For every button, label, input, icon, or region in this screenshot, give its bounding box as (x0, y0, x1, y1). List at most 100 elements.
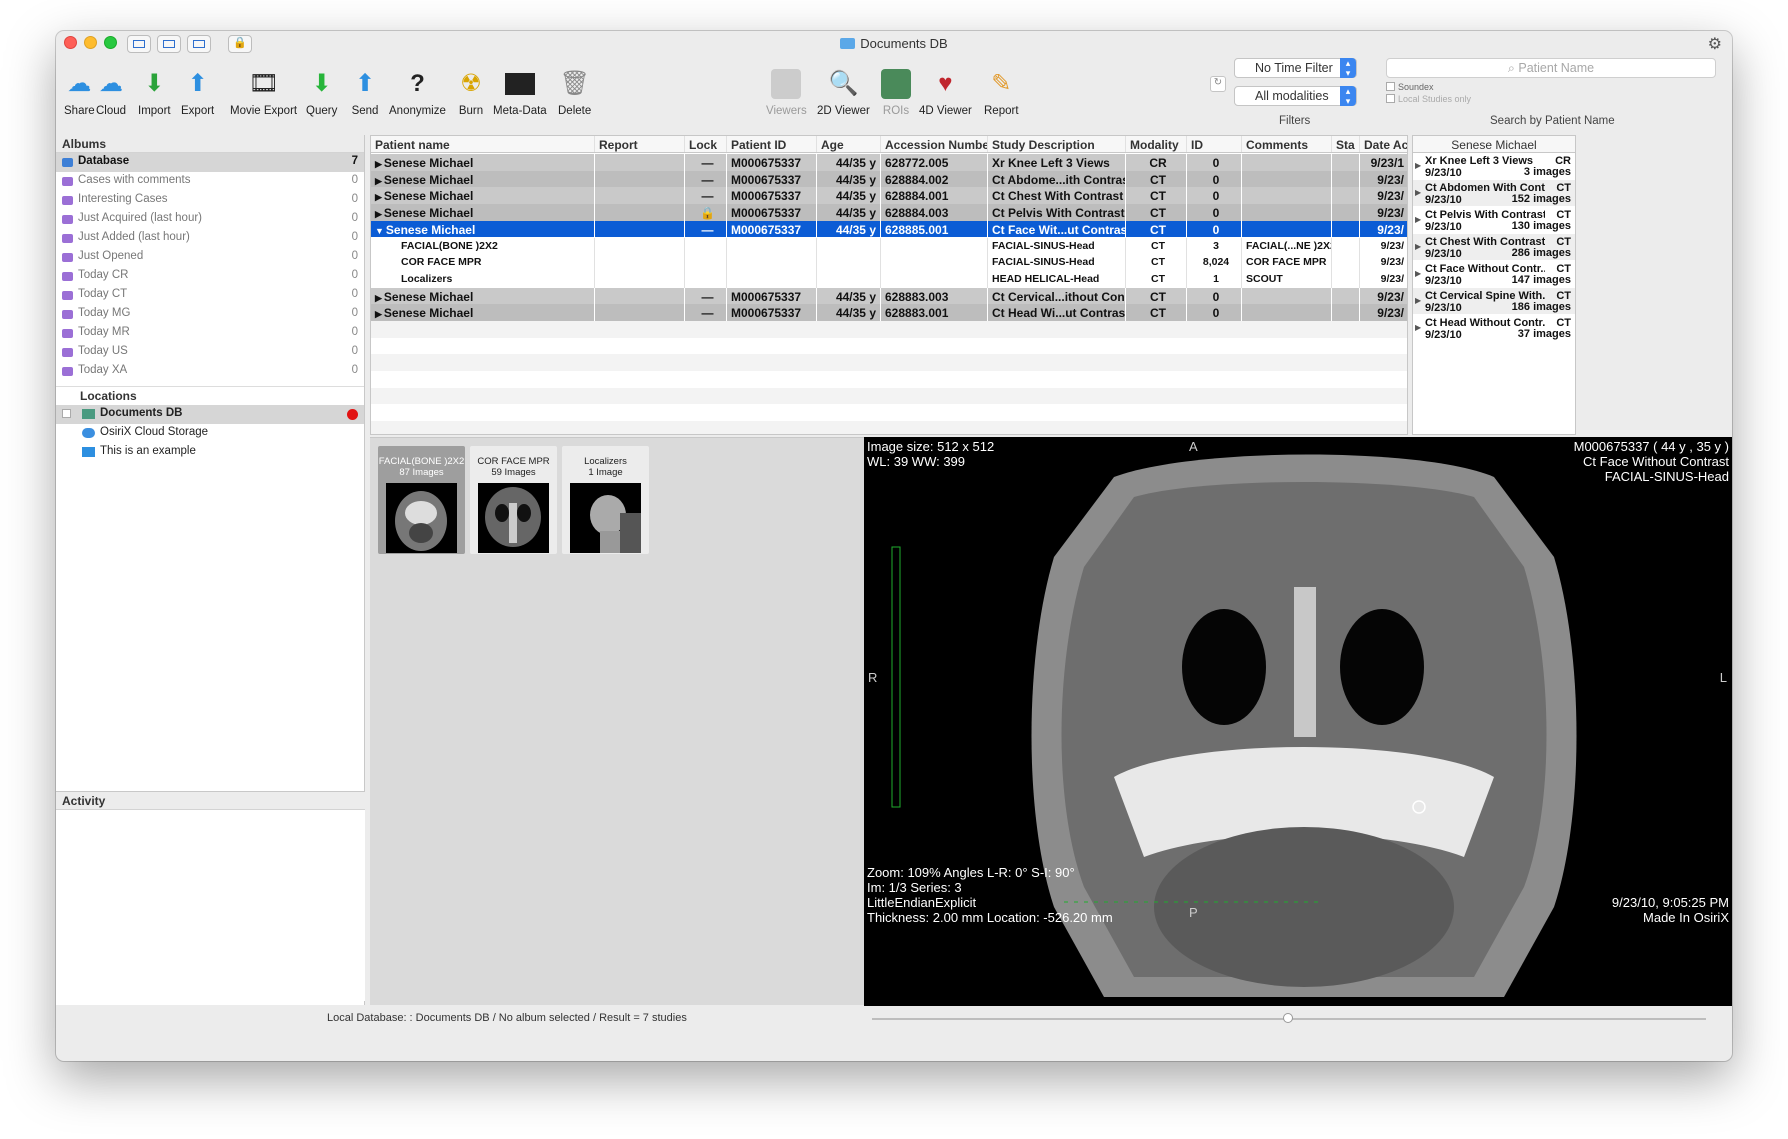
cell-pid: M000675337 (727, 170, 817, 188)
anonymize-button[interactable]: ? Anonymize (389, 69, 446, 117)
column-header[interactable]: Age (817, 136, 881, 152)
table-row[interactable]: ▶ Senese Michael — M000675337 44/35 y 628883.… (371, 304, 1407, 321)
album-item[interactable]: Interesting Cases 0 (56, 191, 364, 210)
delete-button[interactable]: 🗑 Delete (558, 69, 591, 117)
gear-icon[interactable]: ⚙ (1708, 34, 1722, 54)
cell-name: ▶ Senese Michael (371, 154, 595, 171)
album-item[interactable]: Today MG 0 (56, 305, 364, 324)
thumb-localizers[interactable]: Localizers 1 Image (562, 446, 649, 554)
refresh-icon[interactable]: ↻ (1210, 76, 1226, 92)
cell-mod: CT (1126, 270, 1187, 288)
export-button[interactable]: ⬆ Export (181, 69, 214, 117)
column-header[interactable]: Lock (685, 136, 727, 152)
4d-viewer-button[interactable]: ♥ 4D Viewer (919, 69, 972, 117)
cloud-button[interactable]: ☁ Cloud (96, 69, 126, 117)
slider-knob[interactable] (1283, 1013, 1293, 1023)
patient-name-search-input[interactable]: ⌕ Patient Name (1386, 58, 1716, 78)
disclosure-closed-icon[interactable]: ▶ (1415, 323, 1421, 332)
cell-desc: Ct Cervical...ithout Con (988, 287, 1126, 305)
album-item[interactable]: Today US 0 (56, 343, 364, 362)
table-row[interactable]: Localizers HEAD HELICAL-Head CT 1 SCOUT 9/23/ (371, 270, 1407, 288)
rois-button[interactable]: ROIs (881, 69, 911, 117)
album-item[interactable]: Database 7 (56, 153, 364, 172)
album-item[interactable]: Just Acquired (last hour) 0 (56, 210, 364, 229)
table-row[interactable]: ▶ Senese Michael — M000675337 44/35 y 628883.… (371, 287, 1407, 305)
album-item[interactable]: Today MR 0 (56, 324, 364, 343)
local-studies-checkbox[interactable]: Local Studies only (1386, 94, 1471, 104)
table-row[interactable]: COR FACE MPR FACIAL-SINUS-Head CT 8,024 COR … (371, 254, 1407, 271)
share-button[interactable]: ☁ Share (64, 69, 95, 117)
burn-button[interactable]: ☢ Burn (456, 69, 486, 117)
table-row[interactable]: ▶ Senese Michael — M000675337 44/35 y 628884.… (371, 170, 1407, 188)
disclosure-closed-icon[interactable]: ▶ (1415, 215, 1421, 224)
cell-mod: CT (1126, 287, 1187, 305)
table-row[interactable]: ▶ Senese Michael — M000675337 44/35 y 628884.… (371, 187, 1407, 205)
thumb-cor-face-mpr[interactable]: COR FACE MPR 59 Images (470, 446, 557, 554)
soundex-checkbox[interactable]: Soundex (1386, 82, 1434, 92)
send-button[interactable]: ⬆ Send (350, 69, 380, 117)
album-item[interactable]: Today XA 0 (56, 362, 364, 381)
cell-lock (685, 254, 727, 271)
history-item[interactable]: ▶ Ct Head Without Contr... CT 9/23/10 37 ima… (1413, 315, 1575, 342)
album-item[interactable]: Cases with comments 0 (56, 172, 364, 191)
disclosure-closed-icon[interactable]: ▶ (375, 176, 382, 186)
disclosure-closed-icon[interactable]: ▶ (1415, 296, 1421, 305)
album-item[interactable]: Just Opened 0 (56, 248, 364, 267)
disclosure-closed-icon[interactable]: ▶ (1415, 188, 1421, 197)
disclosure-open-icon[interactable]: ▼ (375, 226, 384, 236)
disclosure-closed-icon[interactable]: ▶ (1415, 242, 1421, 251)
disclosure-closed-icon[interactable]: ▶ (375, 209, 382, 219)
column-header[interactable]: Sta (1332, 136, 1360, 152)
disclosure-closed-icon[interactable]: ▶ (1415, 269, 1421, 278)
history-item[interactable]: ▶ Ct Face Without Contr... CT 9/23/10 147 im… (1413, 261, 1575, 288)
disclosure-closed-icon[interactable]: ▶ (375, 192, 382, 202)
disclosure-closed-icon[interactable]: ▶ (375, 293, 382, 303)
location-documents-db[interactable]: Documents DB (56, 405, 364, 424)
cell-date: 9/23/ (1360, 204, 1407, 221)
disclosure-closed-icon[interactable]: ▶ (375, 309, 382, 319)
album-item[interactable]: Today CT 0 (56, 286, 364, 305)
column-header[interactable]: Date Ac (1360, 136, 1407, 152)
history-item[interactable]: ▶ Ct Cervical Spine With... CT 9/23/10 186 i… (1413, 288, 1575, 315)
send-icon: ⬆ (354, 70, 376, 97)
history-item[interactable]: ▶ Ct Abdomen With Cont... CT 9/23/10 152 ima… (1413, 180, 1575, 207)
viewers-button[interactable]: Viewers (766, 69, 807, 117)
history-item[interactable]: ▶ Ct Chest With Contrast CT 9/23/10 286 imag… (1413, 234, 1575, 261)
query-button[interactable]: ⬇ Query (306, 69, 337, 117)
column-header[interactable]: Modality (1126, 136, 1187, 152)
import-button[interactable]: ⬇ Import (138, 69, 171, 117)
history-item[interactable]: ▶ Xr Knee Left 3 Views CR 9/23/10 3 images (1413, 153, 1575, 180)
disclosure-closed-icon[interactable]: ▶ (375, 159, 382, 169)
modality-filter-select[interactable]: All modalities ▴ ▾ (1234, 86, 1357, 106)
cell-acc: 628883.003 (881, 287, 988, 305)
table-row[interactable]: ▶ Senese Michael — M000675337 44/35 y 628772.… (371, 154, 1407, 171)
album-icon (62, 291, 73, 300)
cell-sta (1332, 220, 1360, 238)
album-item[interactable]: Just Added (last hour) 0 (56, 229, 364, 248)
export-icon: ⬆ (187, 70, 208, 97)
empty-row (371, 387, 1407, 405)
table-row[interactable]: ▶ Senese Michael 🔒 M000675337 44/35 y 628884.… (371, 204, 1407, 221)
column-header[interactable]: Comments (1242, 136, 1332, 152)
location-osirix-cloud[interactable]: OsiriX Cloud Storage (56, 424, 364, 443)
column-header[interactable]: Report (595, 136, 685, 152)
location-example[interactable]: This is an example (56, 443, 364, 462)
table-row[interactable]: ▼ Senese Michael — M000675337 44/35 y 628885.… (371, 220, 1407, 238)
image-viewer[interactable]: Image size: 512 x 512 WL: 39 WW: 399 M00… (864, 437, 1732, 1006)
movie-export-button[interactable]: 🎞 Movie Export (230, 69, 297, 117)
table-row[interactable]: FACIAL(BONE )2X2 FACIAL-SINUS-Head CT 3 FACI… (371, 237, 1407, 255)
meta-data-button[interactable]: Meta-Data (493, 69, 547, 117)
empty-row (371, 421, 1407, 434)
column-header[interactable]: Patient name (371, 136, 595, 152)
2d-viewer-button[interactable]: 🔍 2D Viewer (817, 69, 870, 117)
time-filter-select[interactable]: No Time Filter ▴ ▾ (1234, 58, 1357, 78)
report-button[interactable]: ✎ Report (984, 69, 1019, 117)
disclosure-closed-icon[interactable]: ▶ (1415, 161, 1421, 170)
thumb-facial-bone[interactable]: FACIAL(BONE )2X2 87 Images (378, 446, 465, 554)
column-header[interactable]: ID (1187, 136, 1242, 152)
column-header[interactable]: Accession Number (881, 136, 988, 152)
album-item[interactable]: Today CR 0 (56, 267, 364, 286)
history-item[interactable]: ▶ Ct Pelvis With Contrast CT 9/23/10 130 ima… (1413, 207, 1575, 234)
column-header[interactable]: Patient ID (727, 136, 817, 152)
column-header[interactable]: Study Description (988, 136, 1126, 152)
